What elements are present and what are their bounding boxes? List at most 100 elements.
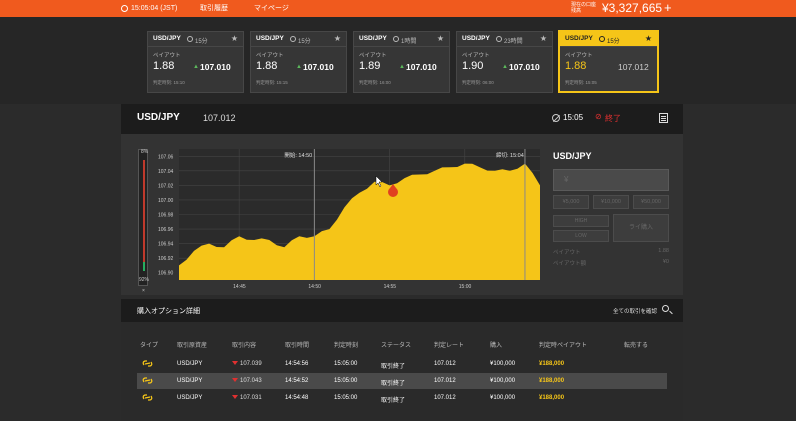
asset-pair: USD/JPY [137,112,180,123]
col-asset: 取引原資産 [177,343,208,349]
tile-payout-label: ペイアウト [256,53,284,59]
tile-rate: 107.010 [406,62,437,72]
nav-mypage[interactable]: マイページ [254,0,289,17]
amount-preset-5000[interactable]: ¥5,000 [553,195,589,209]
option-tile[interactable]: USD/JPY 15分 ★ ペイアウト 1.88 ▲ 107.010 判定時刻:… [250,31,347,93]
tile-payout-label: ペイアウト [359,53,387,59]
star-icon[interactable]: ★ [334,34,341,43]
cell-judge: 15:05:00 [334,378,358,384]
col-rate: 判定レート [434,343,465,349]
balance-area [680,0,796,17]
tile-duration: 23時間 [504,39,523,45]
col-judge: 判定時刻 [334,343,359,349]
tile-duration: 1時間 [401,39,417,45]
asset-expiry: 15:05 [563,113,584,122]
up-arrow-icon: ▲ [502,64,508,70]
tile-rate: 107.010 [303,62,334,72]
y-tick-label: 106.90 [158,271,174,277]
option-tile[interactable]: USD/JPY 1時間 ★ ペイアウト 1.89 ▲ 107.010 判定時刻:… [353,31,450,93]
col-time: 取引時間 [285,343,310,349]
cell-time: 14:54:52 [285,378,309,384]
tile-pair: USD/JPY [153,35,181,42]
tile-rate: 107.012 [618,62,649,72]
payout-amount-label: ペイアウト額 [553,261,587,267]
payout-label: ペイアウト [553,250,581,256]
star-icon[interactable]: ★ [645,34,652,43]
cell-status: 取引終了 [381,381,406,387]
tile-payout: 1.89 [359,60,381,72]
star-icon[interactable]: ★ [540,34,547,43]
server-time: 15:05:04 (JST) [131,5,178,12]
col-buy: 購入 [490,343,503,349]
end-annotation: 締切: 15:04 [496,151,524,159]
col-content: 取引内容 [232,343,257,349]
down-arrow-icon [232,378,238,383]
table-header: タイプ 取引原資産 取引内容 取引時間 判定時刻 ステータス 判定レート 購入 … [137,340,683,354]
star-icon[interactable]: ★ [231,34,238,43]
clock-icon [393,36,399,42]
amount-preset-10000[interactable]: ¥10,000 [593,195,629,209]
option-tile-selected[interactable]: USD/JPY 15分 ★ ペイアウト 1.88 107.012 判定時刻: 1… [558,30,659,93]
tile-payout-label: ペイアウト [565,53,593,59]
tile-duration: 15分 [298,39,311,45]
table-row[interactable]: USD/JPY 107.039 14:54:56 15:05:00 取引終了 1… [137,356,667,372]
cell-rate: 107.012 [434,378,456,384]
payout-amount-value: ¥0 [662,259,669,265]
cell-content: 107.031 [232,395,262,401]
clock-icon [290,36,296,42]
star-icon[interactable]: ★ [437,34,444,43]
tile-payout: 1.88 [565,60,587,72]
option-tile[interactable]: USD/JPY 23時間 ★ ペイアウト 1.90 ▲ 107.010 判定時刻… [456,31,553,93]
view-all-trades-link[interactable]: 全ての取引を確認 [613,307,657,315]
top-bar: 15:05:04 (JST) 取引履歴 マイページ 現在の口座残高 ¥3,327… [0,0,796,17]
table-row[interactable]: USD/JPY 107.043 14:54:52 15:05:00 取引終了 1… [137,373,667,389]
cell-judge: 15:05:00 [334,395,358,401]
tile-judge-time: 判定時刻: 15:05 [565,80,597,85]
buy-button[interactable]: ライ購入 [613,214,669,242]
x-tick-label: 14:45 [233,284,246,290]
amount-preset-50000[interactable]: ¥50,000 [633,195,669,209]
table-row[interactable]: USD/JPY 107.031 14:54:48 15:05:00 取引終了 1… [137,390,667,406]
y-tick-label: 107.04 [158,169,174,175]
document-icon[interactable] [659,113,668,123]
payout-amount-row: ペイアウト額 ¥0 [553,259,669,267]
cell-buy: ¥100,000 [490,361,516,367]
up-arrow-icon: ▲ [296,64,302,70]
amount-input[interactable]: ¥ [553,169,669,191]
tile-pair: USD/JPY [256,35,284,42]
tile-judge-time: 判定時刻: 15:10 [153,80,185,85]
add-funds-button[interactable]: + [664,0,672,17]
col-status: ステータス [381,343,412,349]
cell-payout: ¥188,000 [539,395,565,401]
tile-judge-time: 判定時刻: 16:00 [359,80,391,85]
high-button[interactable]: HIGH [553,215,609,227]
col-type: タイプ [140,343,159,349]
clock-icon [496,36,502,42]
x-axis: 14:45 14:50 14:55 15:00 [233,284,471,290]
details-title: 購入オプション詳細 [137,308,200,315]
option-tiles: USD/JPY 15分 ★ ペイアウト 1.88 ▲ 107.010 判定時刻:… [0,17,796,104]
low-button[interactable]: LOW [553,230,609,242]
cell-rate: 107.012 [434,361,456,367]
y-tick-label: 106.92 [158,256,174,262]
y-tick-label: 107.06 [158,154,174,160]
cell-payout: ¥188,000 [539,378,565,384]
option-tile[interactable]: USD/JPY 15分 ★ ペイアウト 1.88 ▲ 107.010 判定時刻:… [147,31,244,93]
up-arrow-icon: ▲ [399,64,405,70]
tile-payout: 1.88 [256,60,278,72]
cell-buy: ¥100,000 [490,378,516,384]
no-entry-icon [552,114,560,122]
cell-status: 取引終了 [381,398,406,404]
down-arrow-icon [232,395,238,400]
amount-placeholder: ¥ [564,175,569,184]
search-icon[interactable] [662,305,669,312]
tile-pair: USD/JPY [359,35,387,42]
cell-content: 107.043 [232,378,262,384]
nav-trade-history[interactable]: 取引履歴 [200,0,228,17]
trades-table: タイプ 取引原資産 取引内容 取引時間 判定時刻 ステータス 判定レート 購入 … [121,322,683,421]
y-tick-label: 106.98 [158,213,174,219]
clock-icon [187,36,193,42]
tile-rate: 107.010 [200,62,231,72]
cell-judge: 15:05:00 [334,361,358,367]
x-tick-label: 14:50 [308,284,321,290]
